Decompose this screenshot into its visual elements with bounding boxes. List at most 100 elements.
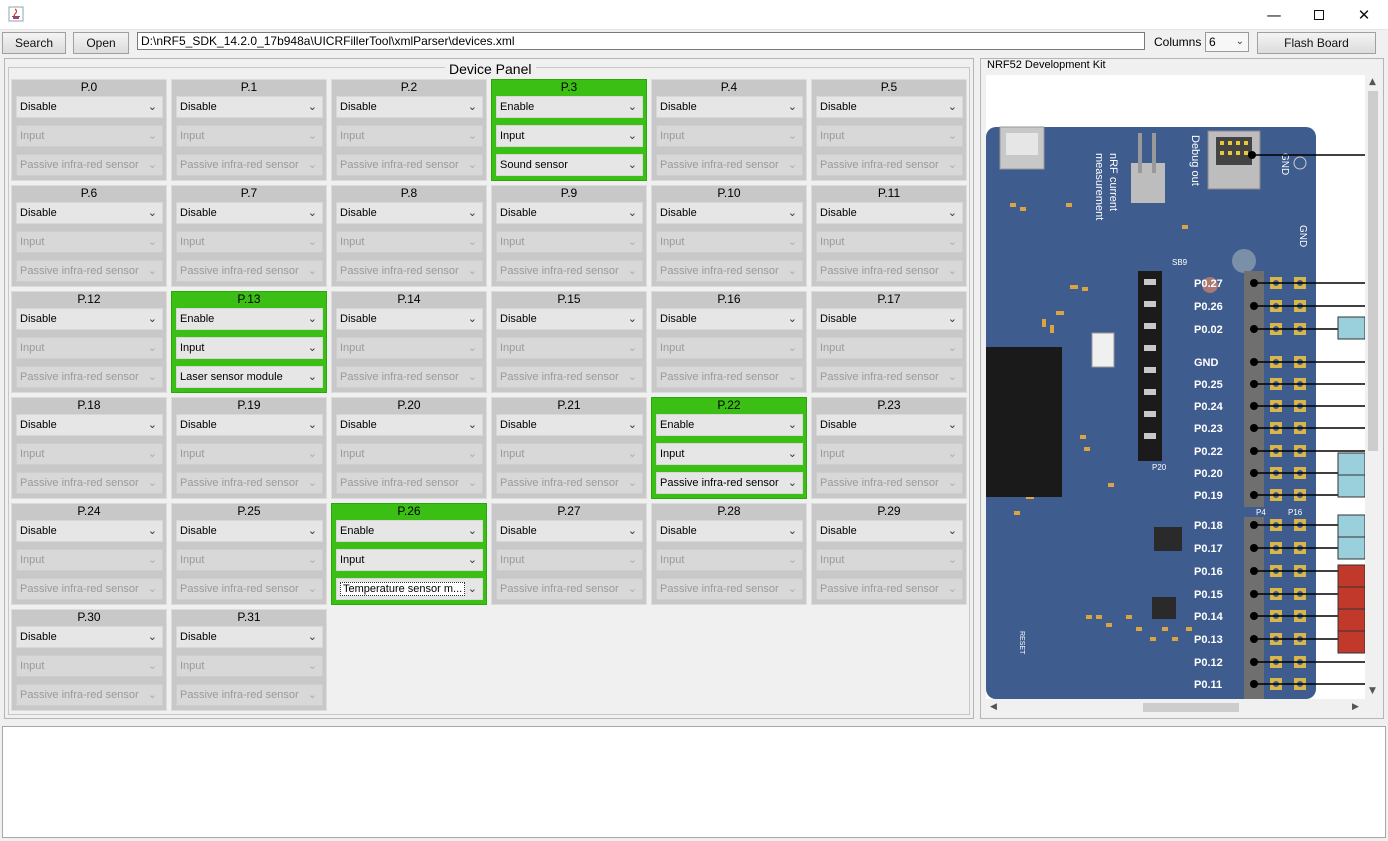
flash-board-button[interactable]: Flash Board: [1257, 32, 1376, 54]
board-pin-label: P0.11: [1194, 679, 1222, 691]
mode-select[interactable]: Disable ⌄: [16, 308, 163, 330]
scroll-up-icon[interactable]: ▲: [1369, 77, 1376, 87]
chevron-down-icon: ⌄: [307, 342, 317, 354]
pin-cell-23: P.23 Disable ⌄ Input ⌄ Passive infra-red sens…: [811, 397, 967, 499]
board-panel-title: NRF52 Development Kit: [985, 59, 1108, 71]
direction-select-value: Input: [340, 236, 365, 248]
direction-select: Input ⌄: [816, 231, 963, 253]
pin-cell-22: P.22 Enable ⌄ Input ⌄ Passive infra-red senso…: [651, 397, 807, 499]
mode-select[interactable]: Disable ⌄: [176, 414, 323, 436]
mode-select[interactable]: Disable ⌄: [656, 520, 803, 542]
log-output-area[interactable]: [2, 726, 1386, 838]
pin-dot: [1250, 590, 1258, 598]
nrf52-chip: [986, 347, 1062, 497]
mode-select-value: Disable: [180, 101, 217, 113]
search-button[interactable]: Search: [2, 32, 66, 54]
device-select[interactable]: Laser sensor module ⌄: [176, 366, 323, 388]
ic-u6: [1154, 527, 1182, 551]
chevron-down-icon: ⌄: [787, 554, 797, 566]
pin-title: P.17: [877, 292, 901, 306]
mode-select[interactable]: Disable ⌄: [16, 520, 163, 542]
pin-cell-25: P.25 Disable ⌄ Input ⌄ Passive infra-red sens…: [171, 503, 327, 605]
chevron-down-icon: ⌄: [787, 583, 797, 595]
mode-select-value: Enable: [660, 419, 695, 431]
pin-cell-27: P.27 Disable ⌄ Input ⌄ Passive infra-red sens…: [491, 503, 647, 605]
mode-select[interactable]: Disable ⌄: [656, 96, 803, 118]
mode-select[interactable]: Disable ⌄: [816, 414, 963, 436]
mode-select[interactable]: Disable ⌄: [336, 96, 483, 118]
device-select-value: Passive infra-red sensor: [180, 159, 299, 171]
board-vertical-scrollbar[interactable]: ▲ ▼: [1365, 75, 1381, 699]
mode-select[interactable]: Disable ⌄: [816, 520, 963, 542]
device-select[interactable]: Sound sensor ⌄: [496, 154, 643, 176]
close-button[interactable]: ✕: [1341, 0, 1387, 30]
mode-select[interactable]: Disable ⌄: [16, 202, 163, 224]
board-horizontal-scrollbar[interactable]: ◀ ▶: [986, 699, 1365, 715]
pin-dot: [1250, 635, 1258, 643]
chevron-down-icon: ⌄: [947, 101, 957, 113]
mode-select[interactable]: Enable ⌄: [496, 96, 643, 118]
chevron-down-icon: ⌄: [307, 130, 317, 142]
pin-dot: [1250, 402, 1258, 410]
mode-select[interactable]: Disable ⌄: [16, 96, 163, 118]
mode-select-value: Disable: [180, 207, 217, 219]
direction-select[interactable]: Input ⌄: [336, 549, 483, 571]
board-image-view[interactable]: nRF current measurement Debug out GND GN…: [986, 75, 1365, 699]
device-select[interactable]: Passive infra-red sensor ⌄: [656, 472, 803, 494]
mode-select[interactable]: Disable ⌄: [176, 520, 323, 542]
pin-title: P.10: [717, 186, 741, 200]
mode-select[interactable]: Disable ⌄: [16, 626, 163, 648]
device-select[interactable]: Temperature sensor m... ⌄: [336, 578, 483, 600]
device-select-value: Passive infra-red sensor: [180, 265, 299, 277]
pin-title: P.9: [560, 186, 578, 200]
mode-select[interactable]: Enable ⌄: [656, 414, 803, 436]
mode-select[interactable]: Enable ⌄: [336, 520, 483, 542]
open-button[interactable]: Open: [73, 32, 129, 54]
chevron-down-icon: ⌄: [947, 583, 957, 595]
direction-select-value: Input: [500, 448, 525, 460]
mode-select[interactable]: Disable ⌄: [176, 96, 323, 118]
mode-select-value: Disable: [20, 525, 57, 537]
scroll-down-icon[interactable]: ▼: [1369, 686, 1376, 696]
mode-select[interactable]: Disable ⌄: [336, 202, 483, 224]
chevron-down-icon: ⌄: [147, 130, 157, 142]
columns-select[interactable]: 6 ⌄: [1205, 32, 1249, 52]
mode-select[interactable]: Enable ⌄: [176, 308, 323, 330]
mode-select[interactable]: Disable ⌄: [496, 520, 643, 542]
chevron-down-icon: ⌄: [787, 159, 797, 171]
mode-select[interactable]: Disable ⌄: [336, 308, 483, 330]
board-pin-label: P0.19: [1194, 490, 1223, 502]
direction-select[interactable]: Input ⌄: [496, 125, 643, 147]
mode-select[interactable]: Disable ⌄: [16, 414, 163, 436]
mode-select[interactable]: Disable ⌄: [656, 308, 803, 330]
file-path-input[interactable]: D:\nRF5_SDK_14.2.0_17b948a\UICRFillerToo…: [137, 32, 1145, 50]
mode-select[interactable]: Disable ⌄: [176, 626, 323, 648]
mode-select[interactable]: Disable ⌄: [176, 202, 323, 224]
scroll-left-icon[interactable]: ◀: [990, 702, 997, 712]
direction-select-value: Input: [500, 554, 525, 566]
direction-select[interactable]: Input ⌄: [656, 443, 803, 465]
mode-select[interactable]: Disable ⌄: [496, 414, 643, 436]
maximize-button[interactable]: [1296, 0, 1342, 30]
horizontal-scroll-thumb[interactable]: [1143, 703, 1239, 712]
mode-select[interactable]: Disable ⌄: [336, 414, 483, 436]
direction-select-value: Input: [180, 660, 205, 672]
direction-select[interactable]: Input ⌄: [176, 337, 323, 359]
pin-cell-20: P.20 Disable ⌄ Input ⌄ Passive infra-red sens…: [331, 397, 487, 499]
pin-cell-8: P.8 Disable ⌄ Input ⌄ Passive infra-red senso…: [331, 185, 487, 287]
mode-select[interactable]: Disable ⌄: [816, 202, 963, 224]
vertical-scroll-thumb[interactable]: [1368, 91, 1378, 451]
minimize-button[interactable]: —: [1251, 0, 1297, 30]
pin-title: P.19: [237, 398, 261, 412]
chevron-down-icon: ⌄: [307, 207, 317, 219]
chevron-down-icon: ⌄: [947, 265, 957, 277]
mode-select[interactable]: Disable ⌄: [656, 202, 803, 224]
chevron-down-icon: ⌄: [787, 419, 797, 431]
mode-select[interactable]: Disable ⌄: [496, 202, 643, 224]
scroll-right-icon[interactable]: ▶: [1352, 702, 1359, 712]
mode-select[interactable]: Disable ⌄: [816, 96, 963, 118]
pin-dot: [1250, 680, 1258, 688]
mode-select[interactable]: Disable ⌄: [496, 308, 643, 330]
mode-select[interactable]: Disable ⌄: [816, 308, 963, 330]
pin-title: P.5: [880, 80, 898, 94]
